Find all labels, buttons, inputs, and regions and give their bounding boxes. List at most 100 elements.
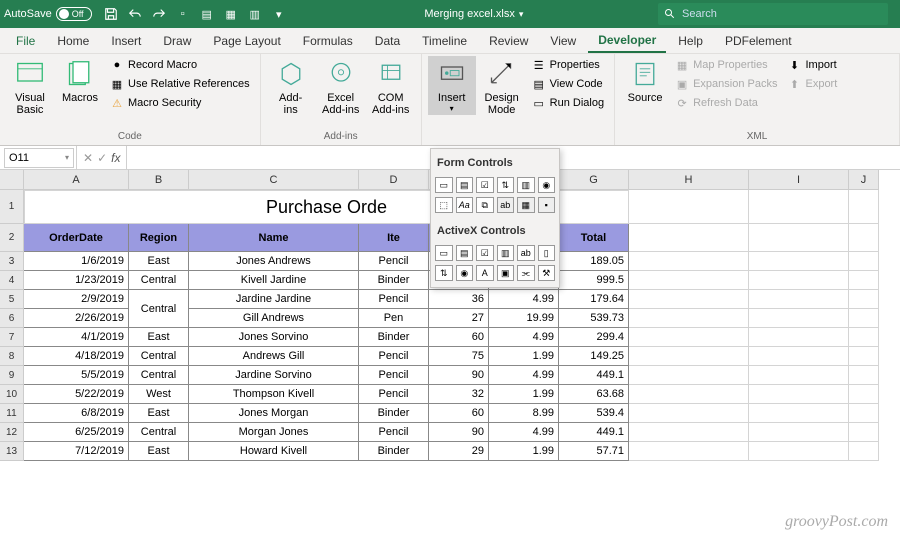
cell[interactable] — [849, 290, 879, 309]
ax-textbox-icon[interactable]: ab — [517, 245, 535, 261]
cell[interactable]: Jones Morgan — [189, 404, 359, 423]
cell[interactable]: 4.99 — [489, 290, 559, 309]
spinner-control-icon[interactable]: ⇅ — [497, 177, 515, 193]
cell[interactable]: 4/18/2019 — [24, 347, 129, 366]
tab-developer[interactable]: Developer — [588, 29, 666, 53]
cell[interactable]: 36 — [429, 290, 489, 309]
cell[interactable] — [849, 347, 879, 366]
row-header[interactable]: 6 — [0, 309, 24, 328]
tab-data[interactable]: Data — [365, 30, 410, 52]
checkbox-control-icon[interactable]: ☑ — [476, 177, 494, 193]
export-button[interactable]: ⬆Export — [783, 75, 841, 93]
com-addins-button[interactable]: COM Add-ins — [367, 56, 415, 118]
tab-insert[interactable]: Insert — [101, 30, 151, 52]
cell[interactable] — [849, 309, 879, 328]
enter-icon[interactable]: ✓ — [97, 151, 107, 165]
row-header[interactable]: 2 — [0, 224, 24, 252]
tab-formulas[interactable]: Formulas — [293, 30, 363, 52]
row-header[interactable]: 3 — [0, 252, 24, 271]
cell[interactable] — [749, 366, 849, 385]
qat-icon[interactable]: ▥ — [244, 3, 266, 25]
qat-icon[interactable]: ▦ — [220, 3, 242, 25]
cell[interactable]: 4/1/2019 — [24, 328, 129, 347]
cell[interactable]: Pencil — [359, 347, 429, 366]
cell[interactable]: Pencil — [359, 290, 429, 309]
import-button[interactable]: ⬇Import — [783, 56, 841, 74]
cell[interactable]: 999.5 — [559, 271, 629, 290]
qat-icon[interactable]: ▾ — [268, 3, 290, 25]
cell[interactable]: 5/22/2019 — [24, 385, 129, 404]
cell[interactable]: 57.71 — [559, 442, 629, 461]
cell[interactable]: 449.1 — [559, 366, 629, 385]
header-cell[interactable] — [749, 224, 849, 252]
redo-icon[interactable] — [148, 3, 170, 25]
cell[interactable] — [749, 309, 849, 328]
cell[interactable] — [849, 271, 879, 290]
cell[interactable] — [629, 347, 749, 366]
macro-security-button[interactable]: ⚠Macro Security — [106, 94, 254, 112]
cell[interactable] — [749, 252, 849, 271]
cell[interactable]: East — [129, 404, 189, 423]
cell[interactable] — [849, 404, 879, 423]
header-cell[interactable] — [629, 224, 749, 252]
cell[interactable]: Gill Andrews — [189, 309, 359, 328]
cell[interactable]: Thompson Kivell — [189, 385, 359, 404]
cell[interactable]: Binder — [359, 442, 429, 461]
use-relative-refs-button[interactable]: ▦Use Relative References — [106, 75, 254, 93]
ax-spin-icon[interactable]: ⇅ — [435, 265, 453, 281]
col-header[interactable]: C — [189, 170, 359, 190]
view-code-button[interactable]: ▤View Code — [528, 75, 608, 93]
cell[interactable] — [849, 190, 879, 224]
combo2-control-icon[interactable]: ▦ — [517, 197, 535, 213]
col-header[interactable]: J — [849, 170, 879, 190]
cell[interactable]: 8.99 — [489, 404, 559, 423]
cell[interactable]: Central — [129, 423, 189, 442]
row-header[interactable]: 5 — [0, 290, 24, 309]
cell[interactable]: 7/12/2019 — [24, 442, 129, 461]
cell[interactable]: 5/5/2019 — [24, 366, 129, 385]
button-control-icon[interactable]: ▭ — [435, 177, 453, 193]
tab-draw[interactable]: Draw — [153, 30, 201, 52]
ax-more-icon[interactable]: ⚒ — [538, 265, 556, 281]
row-header[interactable]: 11 — [0, 404, 24, 423]
ax-combo-icon[interactable]: ▤ — [456, 245, 474, 261]
tab-review[interactable]: Review — [479, 30, 538, 52]
cell[interactable]: Binder — [359, 271, 429, 290]
cell[interactable]: East — [129, 442, 189, 461]
cell[interactable] — [749, 423, 849, 442]
col-header[interactable]: I — [749, 170, 849, 190]
label-control-icon[interactable]: Aa — [456, 197, 474, 213]
cell[interactable] — [849, 423, 879, 442]
insert-controls-button[interactable]: Insert▾ — [428, 56, 476, 115]
tab-pdfelement[interactable]: PDFelement — [715, 30, 802, 52]
cell[interactable]: West — [129, 385, 189, 404]
toggle-switch[interactable]: Off — [56, 7, 92, 21]
cell[interactable]: Jones Sorvino — [189, 328, 359, 347]
cell[interactable] — [629, 404, 749, 423]
ax-option-icon[interactable]: ◉ — [456, 265, 474, 281]
cell[interactable]: 4.99 — [489, 423, 559, 442]
cell[interactable]: 149.25 — [559, 347, 629, 366]
cell[interactable]: 6/8/2019 — [24, 404, 129, 423]
row-header[interactable]: 13 — [0, 442, 24, 461]
tab-help[interactable]: Help — [668, 30, 713, 52]
cell[interactable] — [749, 328, 849, 347]
cell[interactable] — [629, 423, 749, 442]
row-header[interactable]: 9 — [0, 366, 24, 385]
tab-page-layout[interactable]: Page Layout — [203, 30, 290, 52]
cancel-icon[interactable]: ✕ — [83, 151, 93, 165]
cell[interactable]: 32 — [429, 385, 489, 404]
qat-icon[interactable]: ▫ — [172, 3, 194, 25]
qat-icon[interactable]: ▤ — [196, 3, 218, 25]
row-header[interactable]: 10 — [0, 385, 24, 404]
cell[interactable] — [749, 347, 849, 366]
addins-button[interactable]: Add- ins — [267, 56, 315, 118]
cell[interactable]: 6/25/2019 — [24, 423, 129, 442]
excel-addins-button[interactable]: Excel Add-ins — [317, 56, 365, 118]
cell[interactable] — [849, 366, 879, 385]
cell[interactable]: Andrews Gill — [189, 347, 359, 366]
cell[interactable]: Kivell Jardine — [189, 271, 359, 290]
cell[interactable]: 90 — [429, 366, 489, 385]
cell[interactable]: 449.1 — [559, 423, 629, 442]
save-icon[interactable] — [100, 3, 122, 25]
